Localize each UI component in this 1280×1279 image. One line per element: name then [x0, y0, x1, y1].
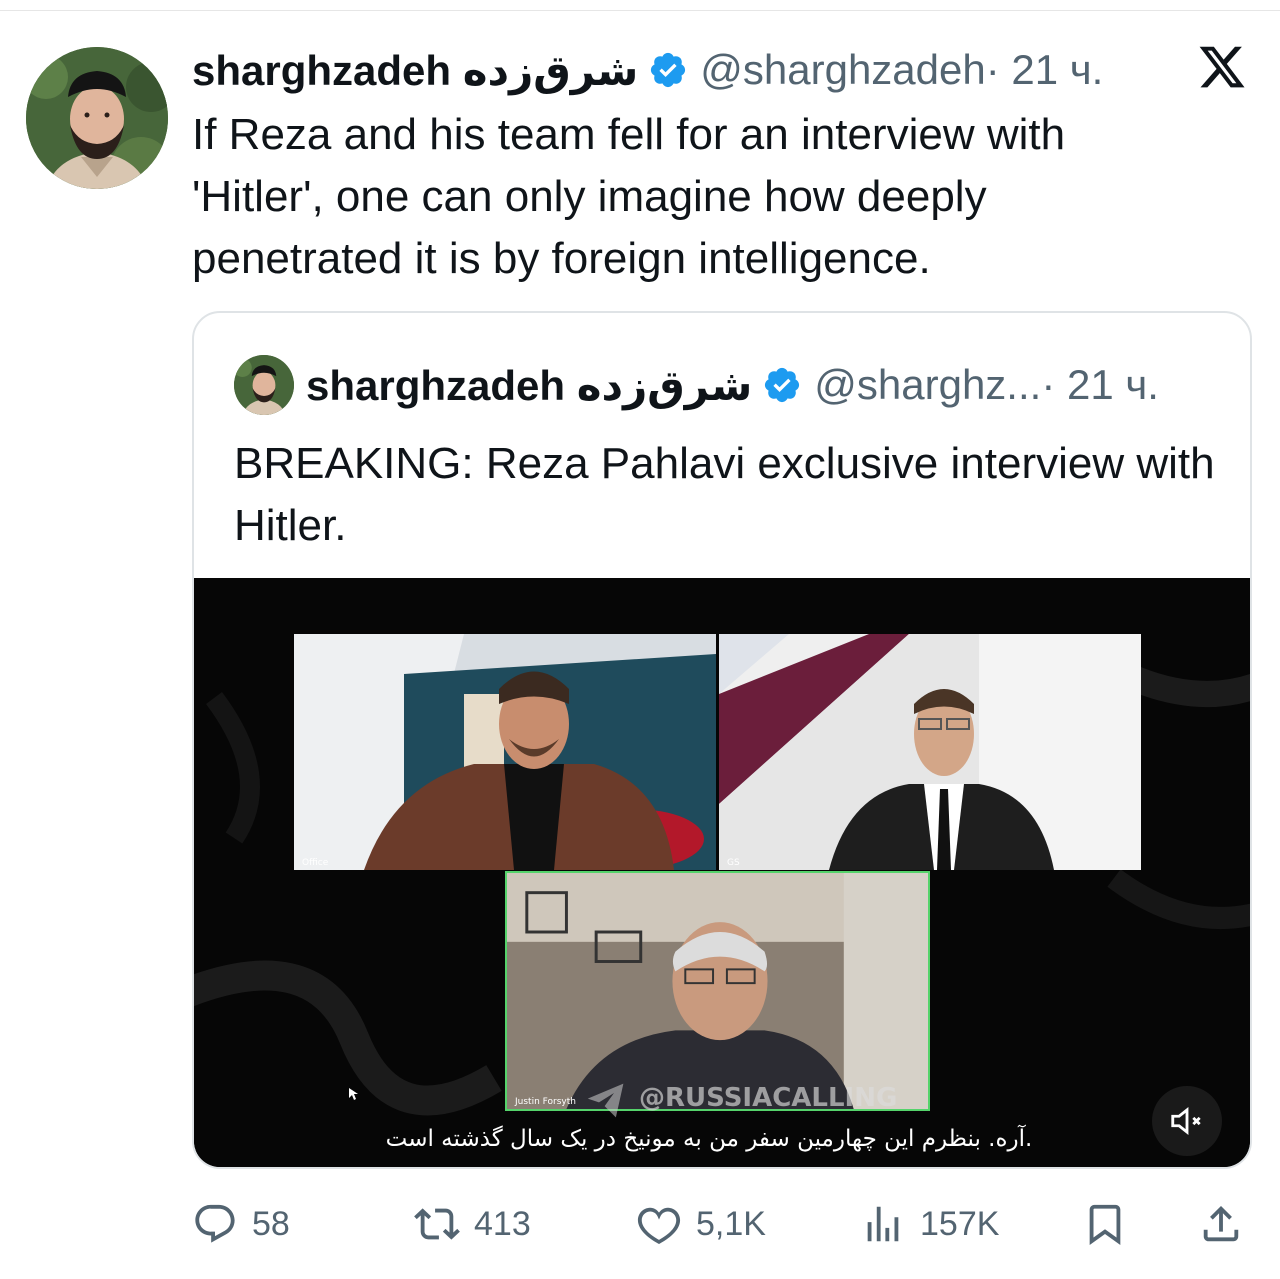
- mute-button[interactable]: [1152, 1086, 1222, 1156]
- bookmark-button[interactable]: [1082, 1196, 1142, 1252]
- author-avatar[interactable]: [26, 47, 168, 189]
- mute-icon: [1171, 1106, 1201, 1136]
- tweet-header: sharghzadeh شرق‌زده @sharghzadeh · 21 ч.: [192, 42, 1103, 98]
- verified-badge-icon: [765, 367, 800, 403]
- video-tile-office: Office: [294, 634, 716, 870]
- tweet-action-bar: 58 413 5,1K 157K: [192, 1196, 1252, 1252]
- repost-button[interactable]: 413: [414, 1196, 531, 1252]
- top-divider: [0, 10, 1280, 11]
- repost-count: 413: [474, 1204, 531, 1243]
- video-watermark: @RUSSIACALLING: [639, 1083, 898, 1113]
- share-icon: [1203, 1205, 1239, 1242]
- tile-label-justin-forsyth: Justin Forsyth: [515, 1097, 576, 1107]
- reply-count: 58: [252, 1204, 290, 1243]
- verified-badge-icon: [651, 52, 686, 88]
- tweet-timestamp[interactable]: · 21 ч.: [986, 46, 1104, 94]
- video-tile-gs: GS: [719, 634, 1141, 870]
- telegram-icon: [587, 1083, 624, 1118]
- like-count: 5,1K: [696, 1204, 766, 1243]
- quoted-author-display-name[interactable]: sharghzadeh شرق‌زده: [306, 361, 752, 410]
- bookmark-icon: [1089, 1204, 1121, 1245]
- share-button[interactable]: [1198, 1196, 1258, 1252]
- reply-button[interactable]: 58: [192, 1196, 290, 1252]
- video-subtitle: .آره. بنظرم این چهارمین سفر من به مونیخ …: [385, 1126, 1033, 1152]
- like-icon: [637, 1207, 681, 1245]
- tweet-text: If Reza and his team fell for an intervi…: [192, 110, 1066, 283]
- quoted-tweet-text: BREAKING: Reza Pahlavi exclusive intervi…: [234, 439, 1215, 550]
- cursor-icon: [349, 1088, 358, 1100]
- video-player[interactable]: Office GS Justin Forsyth @RUSSIACALLING …: [194, 578, 1250, 1167]
- x-logo-icon[interactable]: [1196, 42, 1248, 92]
- quoted-tweet[interactable]: sharghzadeh شرق‌زده @sharghz... · 21 ч. …: [192, 311, 1252, 1169]
- quoted-author-handle[interactable]: @sharghz...: [814, 361, 1041, 409]
- tile-label-office: Office: [302, 858, 329, 868]
- view-count: 157K: [920, 1204, 1000, 1243]
- repost-icon: [414, 1208, 460, 1240]
- author-handle[interactable]: @sharghzadeh: [700, 46, 986, 94]
- views-button[interactable]: 157K: [860, 1196, 999, 1252]
- tile-label-gs: GS: [727, 858, 740, 868]
- quoted-tweet-header: sharghzadeh شرق‌زده @sharghz... · 21 ч.: [234, 355, 1159, 415]
- reply-icon: [195, 1204, 235, 1243]
- quoted-author-avatar[interactable]: [234, 355, 294, 415]
- author-display-name[interactable]: sharghzadeh شرق‌زده: [192, 46, 638, 95]
- quoted-tweet-timestamp[interactable]: · 21 ч.: [1041, 361, 1159, 409]
- video-tile-justin-forsyth: Justin Forsyth: [505, 871, 930, 1111]
- views-icon: [867, 1206, 899, 1242]
- like-button[interactable]: 5,1K: [636, 1196, 766, 1252]
